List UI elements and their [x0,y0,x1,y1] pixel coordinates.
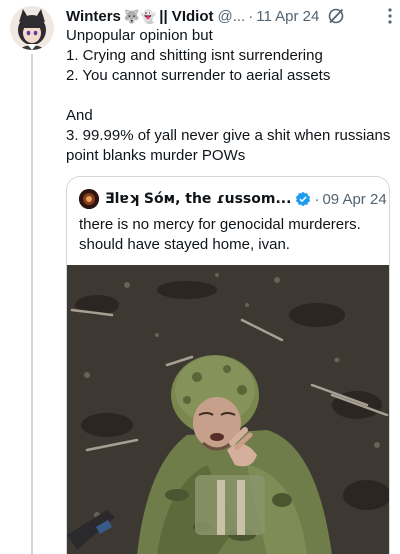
timestamp[interactable]: 11 Apr 24 [256,8,319,25]
quote-media-image[interactable] [67,265,389,554]
display-name[interactable]: Winters [66,8,121,25]
quote-timestamp[interactable]: 09 Apr 24 [322,191,386,208]
display-name-suffix[interactable]: || VIdiot [159,8,213,25]
tweet-text: Unpopular opinion but 1. Crying and shit… [66,27,391,164]
grok-icon[interactable] [327,7,345,25]
quote-separator-dot: · [314,190,320,208]
tweet-header: Winters 🐺👻 || VIdiot @... · 11 Apr 24 [66,6,396,26]
separator-dot: · [248,7,254,25]
handle[interactable]: @... [217,8,245,25]
quote-text: there is no mercy for genocidal murderer… [79,216,361,253]
quote-header: Ǝlɐʞ Sóᴍ, the ɾussom... · 09 Apr 24 [79,189,387,209]
quote-display-name[interactable]: Ǝlɐʞ Sóᴍ, the ɾussom... [105,191,291,207]
verified-badge-icon [296,191,311,207]
quoted-tweet[interactable]: Ǝlɐʞ Sóᴍ, the ɾussom... · 09 Apr 24 ther… [66,176,390,554]
quote-avatar[interactable] [79,189,99,209]
thread-line [31,54,33,554]
tweet: Winters 🐺👻 || VIdiot @... · 11 Apr 24 Un… [0,0,400,554]
avatar[interactable] [10,6,54,50]
name-emojis: 🐺👻 [123,8,157,24]
more-options-icon[interactable] [388,8,392,24]
